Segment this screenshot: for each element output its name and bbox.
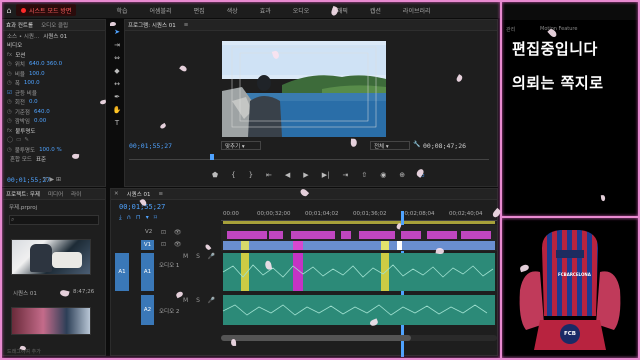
petal	[435, 247, 445, 255]
frame-webcam	[500, 216, 640, 360]
screen: ⌂ 시스트 모드 방면 학습 어셈블리 편집 색상 효과 오디오 그래픽 캡션 …	[0, 0, 640, 360]
petal	[230, 338, 237, 346]
petal	[600, 194, 606, 202]
frame-editor	[0, 0, 502, 360]
frame-notice	[500, 0, 640, 218]
